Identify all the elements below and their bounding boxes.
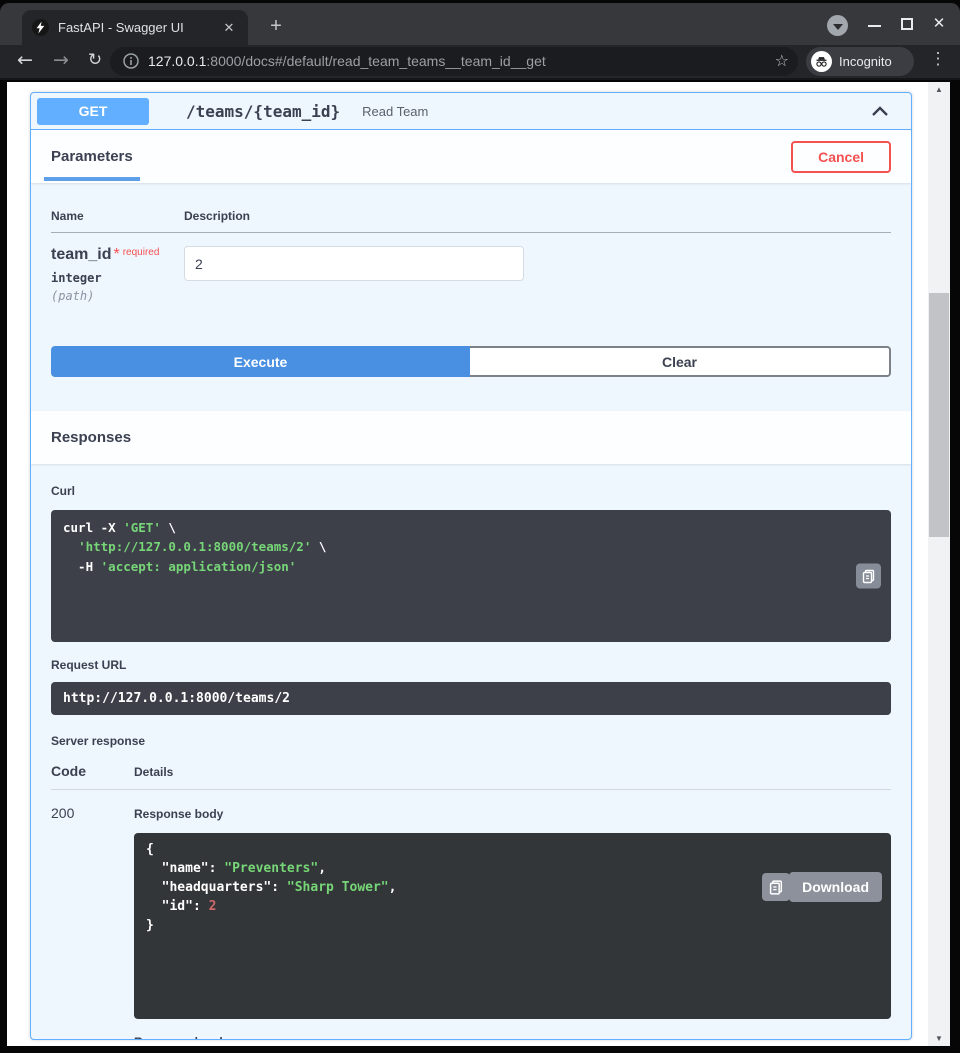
browser-titlebar: FastAPI - Swagger UI ✕ + ✕: [0, 3, 960, 45]
fastapi-favicon-icon: [32, 19, 49, 36]
get-method-badge: GET: [37, 98, 149, 125]
parameters-table-head: Name Description: [51, 209, 891, 233]
request-url-value: http://127.0.0.1:8000/teams/2: [51, 682, 891, 715]
response-body-label: Response body: [134, 807, 223, 821]
parameter-row: team_id* required integer (path): [51, 233, 891, 303]
parameters-table: Name Description team_id* required intege…: [31, 183, 911, 303]
bookmark-star-icon[interactable]: ☆: [775, 51, 789, 70]
operation-summary: Read Team: [362, 104, 428, 119]
column-details: Details: [134, 765, 173, 779]
browser-toolbar: ← → ↻ 127.0.0.1:8000/docs#/default/read_…: [0, 45, 960, 80]
url-path: :8000/docs#/default/read_team_teams__tea…: [206, 53, 545, 69]
incognito-label: Incognito: [839, 54, 892, 69]
server-response-row: 200 Response body { "name": "Preventers"…: [51, 790, 891, 1040]
new-tab-button[interactable]: +: [262, 13, 290, 41]
column-name: Name: [51, 209, 184, 223]
tab-close-icon[interactable]: ✕: [220, 19, 238, 37]
tab-search-icon[interactable]: [827, 15, 848, 36]
response-headers-label: Response headers: [134, 1035, 891, 1040]
parameters-section-header: Parameters Cancel: [31, 130, 911, 183]
incognito-icon: [811, 51, 832, 72]
operation-path: /teams/{team_id}: [186, 102, 340, 121]
request-url-label: Request URL: [51, 658, 891, 672]
site-info-icon[interactable]: [123, 53, 139, 74]
parameter-name: team_id: [51, 246, 111, 263]
operation-block: GET /teams/{team_id} Read Team Parameter…: [30, 92, 912, 1040]
swagger-page: GET /teams/{team_id} Read Team Parameter…: [7, 82, 928, 1046]
execute-button[interactable]: Execute: [51, 346, 470, 377]
maximize-button[interactable]: [901, 18, 913, 30]
collapse-chevron-icon[interactable]: [871, 106, 889, 117]
scrollbar-thumb[interactable]: [929, 293, 949, 537]
back-icon[interactable]: ←: [10, 45, 40, 78]
response-body: { "name": "Preventers", "headquarters": …: [134, 833, 891, 1019]
operation-summary-bar[interactable]: GET /teams/{team_id} Read Team: [31, 93, 911, 130]
browser-menu-icon[interactable]: ⋮: [926, 49, 950, 69]
cancel-button[interactable]: Cancel: [791, 141, 891, 173]
server-response-head: Code Details: [51, 763, 891, 790]
parameter-type: integer: [51, 271, 184, 285]
responses-title: Responses: [51, 429, 131, 446]
curl-command: curl -X 'GET' \ 'http://127.0.0.1:8000/t…: [51, 510, 891, 642]
page-scrollbar[interactable]: ▲ ▼: [928, 82, 950, 1046]
tab-parameters[interactable]: Parameters: [51, 130, 133, 183]
execute-row: Execute Clear: [31, 303, 911, 398]
close-window-button[interactable]: ✕: [928, 13, 950, 35]
response-status-code: 200: [51, 805, 134, 1040]
column-code: Code: [51, 763, 134, 779]
server-response-label: Server response: [51, 734, 891, 748]
incognito-badge: Incognito: [806, 47, 914, 76]
scroll-down-icon[interactable]: ▼: [928, 1034, 950, 1043]
copy-response-button[interactable]: [762, 873, 790, 901]
required-star: *: [113, 246, 119, 263]
tab-title: FastAPI - Swagger UI: [58, 20, 184, 35]
minimize-button[interactable]: [868, 25, 881, 27]
browser-tab[interactable]: FastAPI - Swagger UI ✕: [22, 10, 248, 45]
url-input[interactable]: 127.0.0.1:8000/docs#/default/read_team_t…: [110, 47, 798, 76]
parameter-location: (path): [51, 289, 184, 303]
team-id-input[interactable]: [184, 246, 524, 281]
copy-curl-button[interactable]: [856, 564, 881, 589]
scroll-up-icon[interactable]: ▲: [928, 85, 950, 94]
reload-icon[interactable]: ↻: [80, 45, 110, 78]
forward-icon[interactable]: →: [46, 45, 76, 78]
column-description: Description: [184, 209, 250, 223]
responses-body: Curl curl -X 'GET' \ 'http://127.0.0.1:8…: [31, 464, 911, 1040]
download-button[interactable]: Download: [789, 872, 882, 902]
required-label: required: [123, 247, 160, 258]
responses-section-header: Responses: [31, 411, 911, 464]
clear-button[interactable]: Clear: [470, 346, 891, 377]
curl-label: Curl: [51, 484, 75, 498]
url-text: 127.0.0.1:8000/docs#/default/read_team_t…: [148, 53, 546, 69]
url-host: 127.0.0.1: [148, 53, 206, 69]
